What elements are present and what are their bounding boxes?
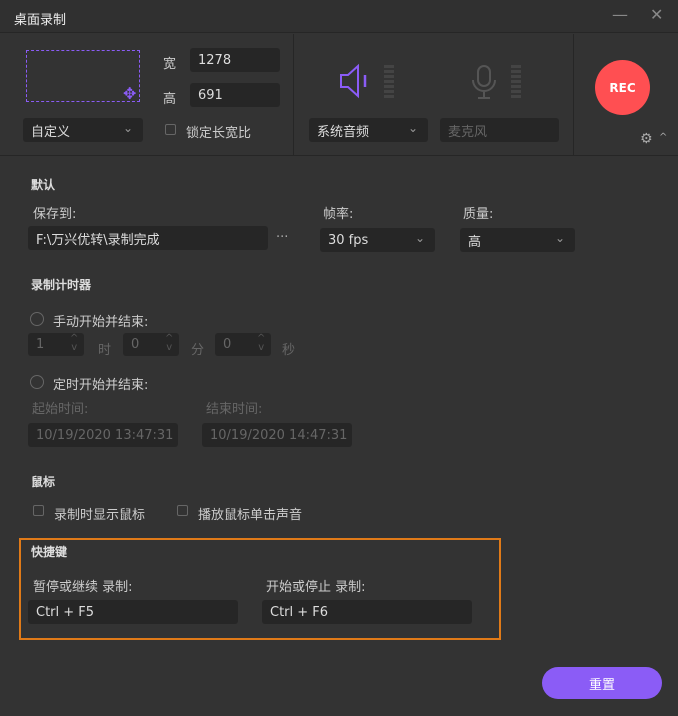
reset-button[interactable]: 重置 (542, 667, 662, 699)
stepper-arrows-icon[interactable]: ^ v (165, 334, 173, 353)
show-cursor-checkbox[interactable] (33, 505, 44, 516)
window-title: 桌面录制 (14, 13, 67, 28)
timer-heading: 录制计时器 (31, 278, 92, 292)
pause-hotkey-input[interactable]: Ctrl + F5 (28, 600, 238, 624)
scheduled-radio[interactable] (30, 375, 44, 389)
defaults-heading: 默认 (31, 178, 56, 192)
close-button[interactable]: ✕ (650, 5, 663, 24)
rec-button[interactable]: REC (595, 60, 650, 115)
stepper-arrows-icon[interactable]: ^ v (70, 334, 78, 353)
manual-label: 手动开始并结束: (53, 315, 149, 330)
microphone-icon[interactable] (470, 64, 498, 100)
start-hotkey-label: 开始或停止 录制: (266, 580, 366, 595)
quality-label: 质量: (463, 207, 494, 222)
hotkeys-heading: 快捷键 (31, 545, 68, 559)
fps-dropdown[interactable]: 30 fps (320, 228, 435, 252)
start-hotkey-input[interactable]: Ctrl + F6 (262, 600, 472, 624)
mic-level-meter (511, 65, 521, 99)
quality-dropdown[interactable]: 高 (460, 228, 575, 252)
fps-label: 帧率: (323, 207, 354, 222)
seconds-unit: 秒 (282, 343, 296, 358)
collapse-chevron-icon[interactable]: ^ (659, 132, 667, 143)
start-time-input[interactable]: 10/19/2020 13:47:31 (28, 423, 178, 447)
end-time-input[interactable]: 10/19/2020 14:47:31 (202, 423, 352, 447)
save-path-input[interactable]: F:\万兴优转\录制完成 (28, 226, 268, 250)
system-audio-dropdown[interactable]: 系统音频 (309, 118, 428, 142)
browse-button[interactable]: ··· (276, 230, 288, 245)
click-sound-label: 播放鼠标单击声音 (198, 508, 303, 523)
divider (293, 34, 294, 156)
minutes-unit: 分 (191, 343, 205, 358)
manual-radio[interactable] (30, 312, 44, 326)
hours-unit: 时 (98, 343, 112, 358)
click-sound-checkbox[interactable] (177, 505, 188, 516)
save-to-label: 保存到: (33, 207, 77, 222)
pause-hotkey-label: 暂停或继续 录制: (33, 580, 133, 595)
width-input[interactable]: 1278 (190, 48, 280, 72)
lock-ratio-label: 锁定长宽比 (186, 126, 252, 141)
title-bar (0, 0, 678, 33)
system-audio-level-meter (384, 65, 394, 99)
microphone-dropdown[interactable]: 麦克风 (440, 118, 559, 142)
height-input[interactable]: 691 (190, 83, 280, 107)
end-time-label: 结束时间: (206, 402, 263, 417)
stepper-arrows-icon[interactable]: ^ v (257, 334, 265, 353)
show-cursor-label: 录制时显示鼠标 (54, 508, 146, 523)
lock-ratio-checkbox[interactable] (165, 124, 176, 135)
minimize-button[interactable]: — (612, 5, 628, 24)
settings-gear-icon[interactable]: ⚙ (640, 131, 653, 147)
speaker-icon[interactable] (338, 62, 376, 100)
height-label: 高 (163, 92, 177, 107)
width-label: 宽 (163, 57, 177, 72)
move-icon[interactable]: ✥ (123, 84, 136, 103)
preset-dropdown[interactable]: 自定义 (23, 118, 143, 142)
start-time-label: 起始时间: (32, 402, 89, 417)
scheduled-label: 定时开始并结束: (53, 378, 149, 393)
mouse-heading: 鼠标 (31, 475, 56, 489)
divider (573, 34, 574, 156)
